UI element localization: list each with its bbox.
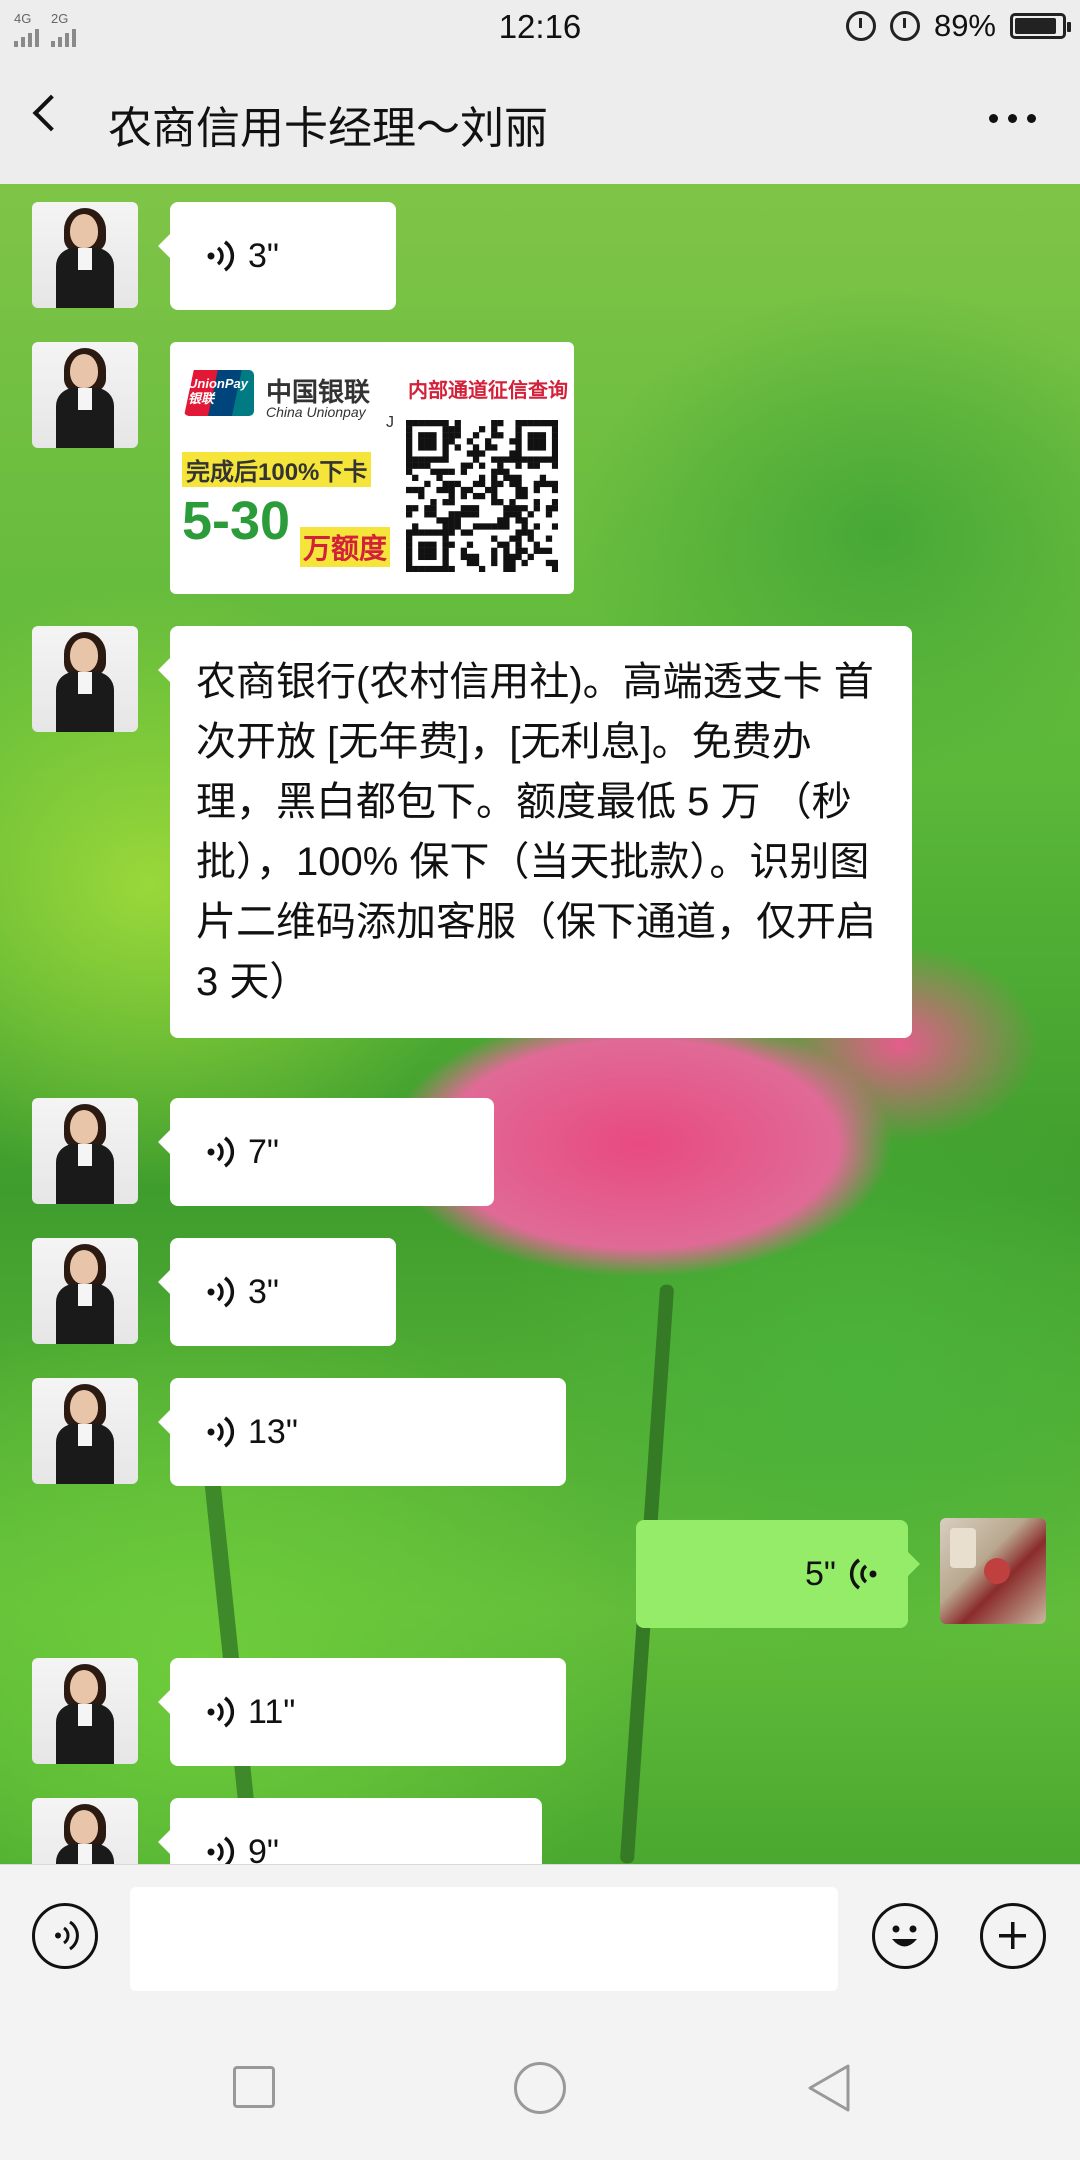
voice-duration: 3": [248, 236, 279, 275]
voice-wave-icon: [207, 1276, 235, 1308]
avatar[interactable]: [32, 626, 138, 732]
limit-range: 5-30: [182, 491, 291, 551]
input-bar: [0, 1864, 1080, 2007]
voice-message[interactable]: 7": [158, 1098, 494, 1206]
voice-message[interactable]: 3": [158, 1238, 396, 1346]
emoji-icon[interactable]: [872, 1903, 938, 1969]
brand-name-en: China Unionpay: [266, 404, 366, 420]
avatar[interactable]: [32, 1798, 138, 1864]
qr-code: [406, 420, 558, 572]
home-button[interactable]: [514, 2062, 566, 2114]
channel-label: 内部通道征信查询: [408, 374, 568, 403]
voice-wave-icon: [207, 1836, 235, 1864]
voice-duration: 7": [248, 1132, 279, 1171]
recents-button[interactable]: [233, 2066, 275, 2108]
voice-input-icon[interactable]: [32, 1903, 98, 1969]
more-dots-icon[interactable]: [989, 114, 1036, 123]
avatar[interactable]: [32, 1098, 138, 1204]
unionpay-logo: UnionPay 银联: [184, 370, 254, 416]
voice-message[interactable]: 3": [158, 202, 396, 310]
voice-duration: 3": [248, 1272, 279, 1311]
status-bar: 4G 2G 12:16 89%: [0, 0, 1080, 56]
voice-wave-icon: [207, 1416, 235, 1448]
message-input[interactable]: [130, 1887, 838, 1991]
alarm-icon: [889, 11, 920, 41]
chat-area[interactable]: 3" UnionPay 银联 中国银联 China Unionpay 内部通道征信…: [0, 184, 1080, 1864]
battery-icon: [1010, 13, 1071, 39]
voice-message[interactable]: 9": [158, 1798, 542, 1865]
plus-icon[interactable]: [980, 1903, 1046, 1969]
my-avatar[interactable]: [940, 1518, 1046, 1624]
voice-message[interactable]: 11": [158, 1658, 566, 1766]
limit-unit: 万额度: [300, 527, 391, 567]
voice-wave-icon: [849, 1558, 877, 1590]
avatar[interactable]: [32, 342, 138, 448]
voice-duration: 9": [248, 1832, 279, 1865]
status-icons: 89%: [845, 8, 1071, 44]
back-button[interactable]: [804, 2062, 852, 2114]
voice-wave-icon: [207, 1136, 235, 1168]
voice-wave-icon: [207, 240, 235, 272]
lock-rotation-icon: [845, 11, 876, 41]
avatar[interactable]: [32, 1238, 138, 1344]
voice-duration: 11": [248, 1692, 296, 1731]
text-message[interactable]: 农商银行(农村信用社)。高端透支卡 首次开放 [无年费]，[无利息]。免费办理，…: [158, 626, 912, 1038]
voice-message[interactable]: 13": [158, 1378, 566, 1486]
chat-title: 农商信用卡经理～刘丽: [108, 104, 548, 153]
voice-wave-icon: [207, 1696, 235, 1728]
voice-message-self[interactable]: 5": [636, 1520, 920, 1628]
image-mark: J: [386, 414, 394, 431]
promise-label: 完成后100%下卡: [182, 452, 372, 487]
back-icon[interactable]: [32, 94, 70, 132]
image-message[interactable]: UnionPay 银联 中国银联 China Unionpay 内部通道征信查询 …: [170, 342, 574, 594]
chat-header: 农商信用卡经理～刘丽: [0, 56, 1080, 184]
avatar[interactable]: [32, 202, 138, 308]
avatar[interactable]: [32, 1658, 138, 1764]
battery-percent: 89%: [933, 8, 996, 43]
voice-duration: 5": [805, 1554, 836, 1593]
logo-text: UnionPay: [188, 376, 248, 391]
avatar[interactable]: [32, 1378, 138, 1484]
system-nav-bar: [0, 2006, 1080, 2160]
voice-duration: 13": [248, 1412, 298, 1451]
logo-text-sub: 银联: [188, 391, 215, 406]
